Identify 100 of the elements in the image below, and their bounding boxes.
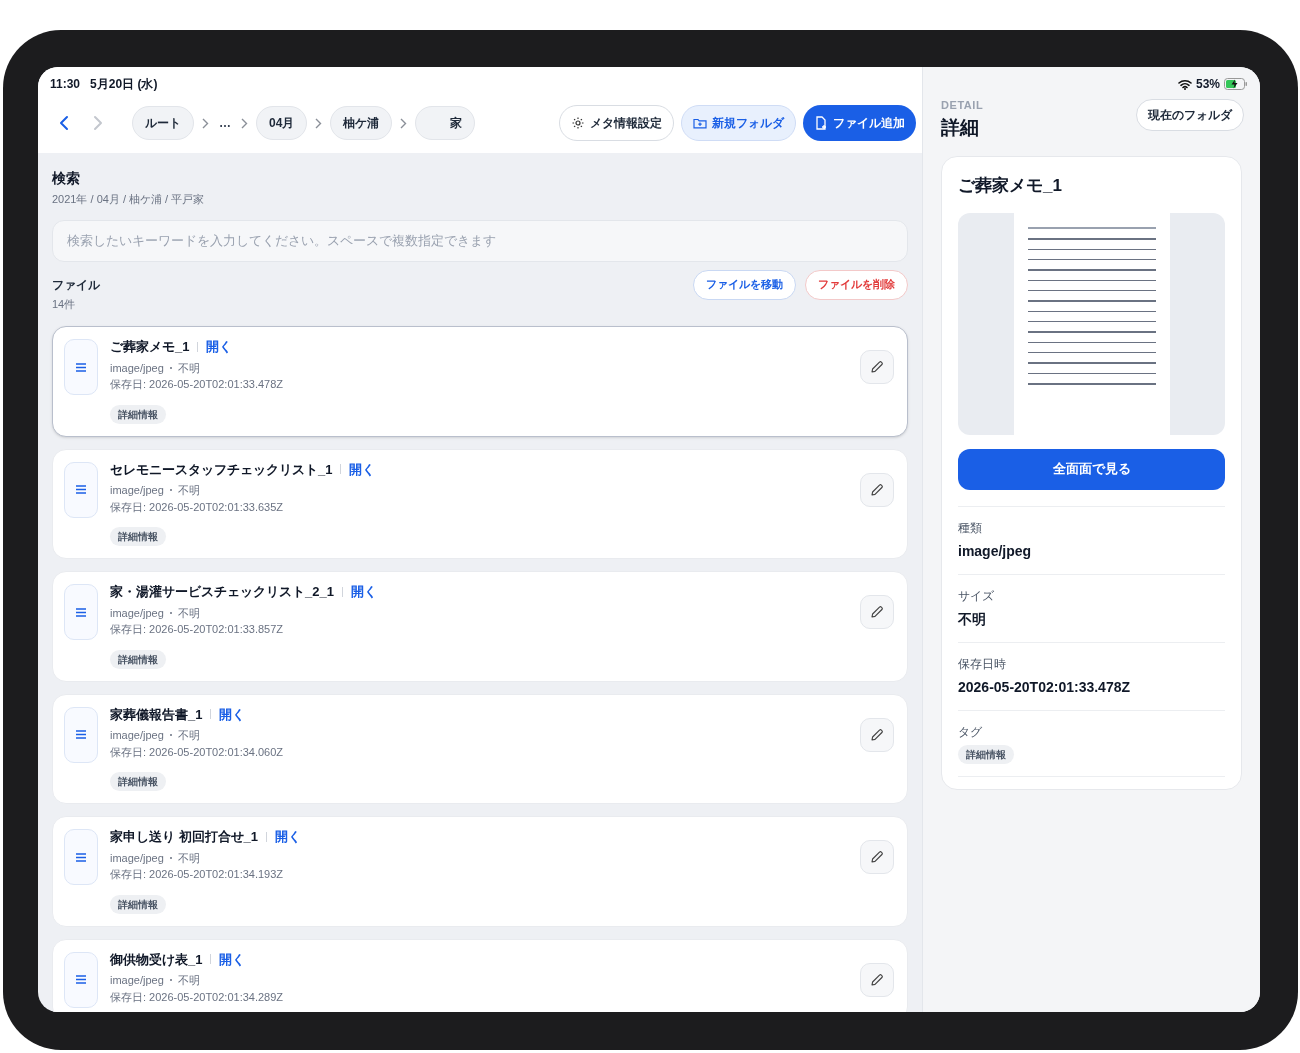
pencil-icon <box>870 850 884 864</box>
folder-path: 2021年 / 04月 / 柚ケ浦 / 平戸家 <box>52 192 206 207</box>
file-type: image/jpeg <box>110 360 164 376</box>
panel-eyebrow: DETAIL <box>941 98 984 113</box>
saved-date: 保存日: 2026-05-20T02:01:34.060Z <box>110 744 284 760</box>
panel-title: 詳細 <box>941 115 980 140</box>
breadcrumb-item[interactable]: ルート <box>132 106 194 140</box>
edit-button[interactable] <box>860 350 894 384</box>
tag-chip: 詳細情報 <box>110 649 166 669</box>
edit-button[interactable] <box>860 472 894 507</box>
battery-percent: 53% <box>1195 76 1220 93</box>
chevron-right-icon <box>315 117 323 129</box>
move-files-button[interactable]: ファイルを移動 <box>693 269 796 300</box>
saved-date: 保存日: 2026-05-20T02:01:33.478Z <box>110 377 284 392</box>
edit-button[interactable] <box>860 717 894 752</box>
file-size: 不明 <box>177 483 200 498</box>
file-list-icon <box>64 584 98 640</box>
pencil-icon <box>870 360 884 374</box>
gear-icon <box>571 116 585 130</box>
file-name: 家葬儀報告書_1 <box>110 705 203 724</box>
edit-button[interactable] <box>860 962 894 997</box>
file-card[interactable]: 家・湯灌サービスチェックリスト_2_1 開く image/jpeg 不明 保存日: 2026-05-20T02:01:33.857Z 詳細情報 <box>52 571 908 682</box>
field-label: サイズ <box>958 587 995 605</box>
field-label: 種類 <box>958 519 983 537</box>
status-date: 5月20日 (水) <box>90 76 158 93</box>
field-label: 保存日時 <box>958 655 1007 673</box>
search-field[interactable]: 検索したいキーワードを入力してください。スペースで複数指定できます <box>52 219 908 262</box>
file-card[interactable]: ご葬家メモ_1 開く image/jpeg 不明 保存日: 2026-05-20T02:01:33.478Z 詳細情報 <box>52 326 908 437</box>
field-value: 2026-05-20T02:01:33.478Z <box>958 677 1131 697</box>
file-name: ご葬家メモ_1 <box>110 338 190 356</box>
pencil-icon <box>870 972 884 987</box>
file-list-icon <box>64 706 98 763</box>
file-list-icon <box>64 829 98 885</box>
breadcrumb-item[interactable]: 04月 <box>256 106 308 140</box>
chevron-right-icon <box>400 117 408 129</box>
open-link[interactable]: 開く <box>275 827 302 847</box>
file-plus-icon <box>814 116 828 130</box>
file-list-icon <box>64 461 98 518</box>
file-type: image/jpeg <box>110 605 164 621</box>
tinted-action-button[interactable]: 新規フォルダ <box>681 105 796 141</box>
tag-chip: 詳細情報 <box>110 772 166 791</box>
file-card[interactable]: 御供物受け表_1 開く image/jpeg 不明 保存日: 2026-05-20T02:01:34.289Z <box>52 938 908 1012</box>
breadcrumb-item[interactable]: 柚ケ浦 <box>330 106 393 140</box>
saved-date: 保存日: 2026-05-20T02:01:33.635Z <box>110 499 285 515</box>
battery-charging-icon <box>1224 78 1248 90</box>
saved-date: 保存日: 2026-05-20T02:01:34.193Z <box>110 867 285 882</box>
saved-date: 保存日: 2026-05-20T02:01:34.289Z <box>110 989 284 1005</box>
file-name: 家申し送り 初回打合せ_1 <box>110 828 259 846</box>
open-link[interactable]: 開く <box>219 949 246 969</box>
file-list-icon <box>64 951 98 1008</box>
wifi-icon <box>1177 78 1192 90</box>
file-name: 家・湯灌サービスチェックリスト_2_1 <box>110 583 334 601</box>
breadcrumb-ellipsis[interactable]: … <box>217 114 233 132</box>
chevron-right-icon <box>202 117 209 129</box>
file-title: ご葬家メモ_1 <box>958 175 1063 197</box>
open-link[interactable]: 開く <box>349 459 376 479</box>
field-label: タグ <box>958 723 983 741</box>
file-size: 不明 <box>177 360 200 376</box>
edit-button[interactable] <box>860 595 894 629</box>
current-folder-button[interactable]: 現在のフォルダ <box>1136 99 1244 131</box>
file-card[interactable]: 家葬儀報告書_1 開く image/jpeg 不明 保存日: 2026-05-20T02:01:34.060Z 詳細情報 <box>52 693 908 804</box>
file-type: image/jpeg <box>110 483 164 498</box>
section-title: 検索 <box>52 169 81 188</box>
chevron-right-icon <box>241 117 248 129</box>
pencil-icon <box>870 605 884 619</box>
saved-date: 保存日: 2026-05-20T02:01:33.857Z <box>110 622 285 637</box>
file-card[interactable]: 家申し送り 初回打合せ_1 開く image/jpeg 不明 保存日: 2026-05-20T02:01:34.193Z 詳細情報 <box>52 816 908 927</box>
status-time: 11:30 <box>50 76 81 93</box>
tag-chip: 詳細情報 <box>958 744 1014 764</box>
file-size: 不明 <box>177 605 200 621</box>
file-count: 14件 <box>52 296 77 312</box>
open-link[interactable]: 開く <box>219 704 246 724</box>
file-size: 不明 <box>177 973 200 988</box>
delete-files-button[interactable]: ファイルを削除 <box>805 269 908 300</box>
file-size: 不明 <box>177 728 200 743</box>
folder-plus-icon <box>693 116 707 130</box>
open-link[interactable]: 開く <box>350 582 377 602</box>
field-value: 不明 <box>958 609 987 629</box>
file-type: image/jpeg <box>110 850 164 866</box>
back-chevron-icon[interactable] <box>58 115 70 131</box>
file-size: 不明 <box>177 850 200 866</box>
tag-chip: 詳細情報 <box>110 404 166 424</box>
edit-button[interactable] <box>860 840 894 874</box>
file-type: image/jpeg <box>110 973 164 988</box>
open-link[interactable]: 開く <box>206 337 233 357</box>
files-title: ファイル <box>52 276 100 294</box>
file-type: image/jpeg <box>110 728 164 743</box>
file-list-icon <box>64 339 98 395</box>
breadcrumb-item[interactable]: 家 <box>415 106 476 140</box>
file-name: 御供物受け表_1 <box>110 950 203 969</box>
outline-action-button[interactable]: メタ情報設定 <box>559 105 674 141</box>
field-value: image/jpeg <box>958 541 1033 561</box>
primary-action-button[interactable]: ファイル追加 <box>803 105 916 141</box>
view-fullscreen-button[interactable]: 全面面で見る <box>958 448 1225 490</box>
pencil-icon <box>870 727 884 742</box>
tag-chip: 詳細情報 <box>110 894 166 914</box>
pencil-icon <box>870 482 884 497</box>
file-name: セレモニースタッフチェックリスト_1 <box>110 460 333 479</box>
file-card[interactable]: セレモニースタッフチェックリスト_1 開く image/jpeg 不明 保存日: 2026-05-20T02:01:33.635Z 詳細情報 <box>52 448 908 559</box>
tag-chip: 詳細情報 <box>110 527 166 546</box>
